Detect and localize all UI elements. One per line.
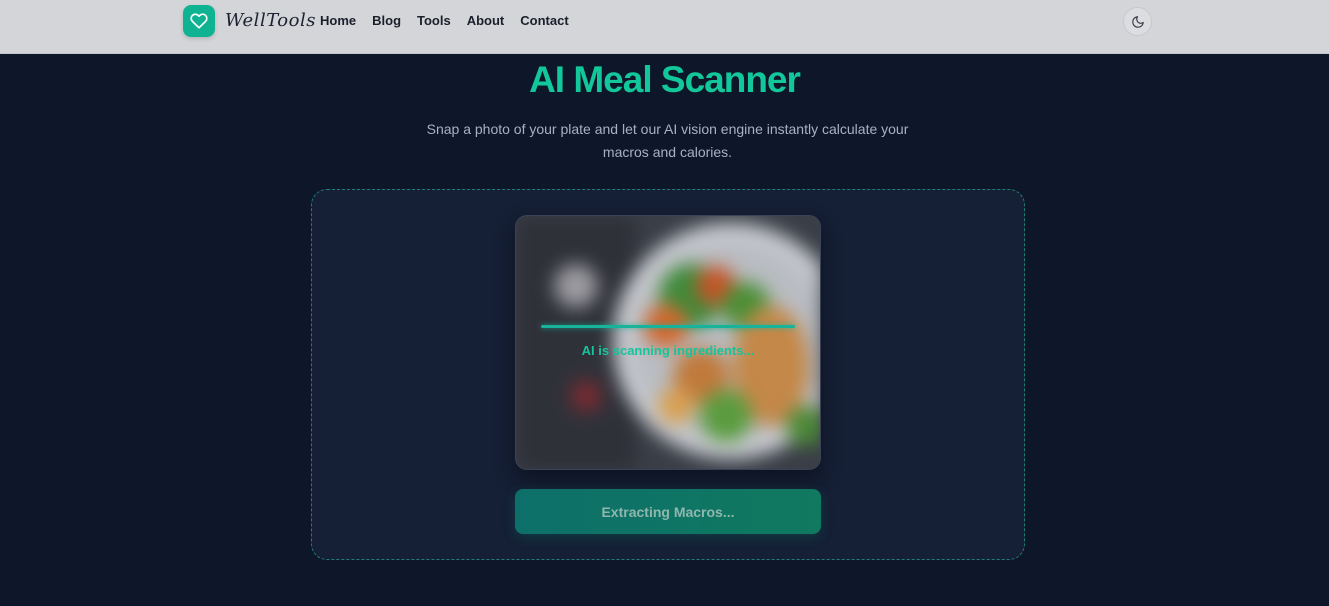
nav-about[interactable]: About bbox=[467, 13, 505, 28]
navbar: WellTools Home Blog Tools About Contact bbox=[0, 0, 1329, 54]
brand-name[interactable]: WellTools bbox=[225, 10, 316, 31]
extract-macros-button[interactable]: Extracting Macros... bbox=[515, 489, 821, 534]
nav-tools[interactable]: Tools bbox=[417, 13, 451, 28]
logo[interactable] bbox=[183, 5, 215, 37]
nav-contact[interactable]: Contact bbox=[520, 13, 568, 28]
main-nav: Home Blog Tools About Contact bbox=[320, 13, 569, 28]
scan-status-text: AI is scanning ingredients... bbox=[581, 343, 755, 358]
nav-blog[interactable]: Blog bbox=[372, 13, 401, 28]
theme-toggle-button[interactable] bbox=[1123, 7, 1152, 36]
moon-icon bbox=[1131, 15, 1144, 28]
scan-progress-line bbox=[541, 325, 795, 328]
page-subtitle: Snap a photo of your plate and let our A… bbox=[426, 121, 909, 160]
heart-icon bbox=[190, 13, 208, 29]
meal-photo-preview: AI is scanning ingredients... bbox=[515, 215, 821, 470]
page-title: AI Meal Scanner bbox=[529, 59, 801, 100]
nav-home[interactable]: Home bbox=[320, 13, 356, 28]
